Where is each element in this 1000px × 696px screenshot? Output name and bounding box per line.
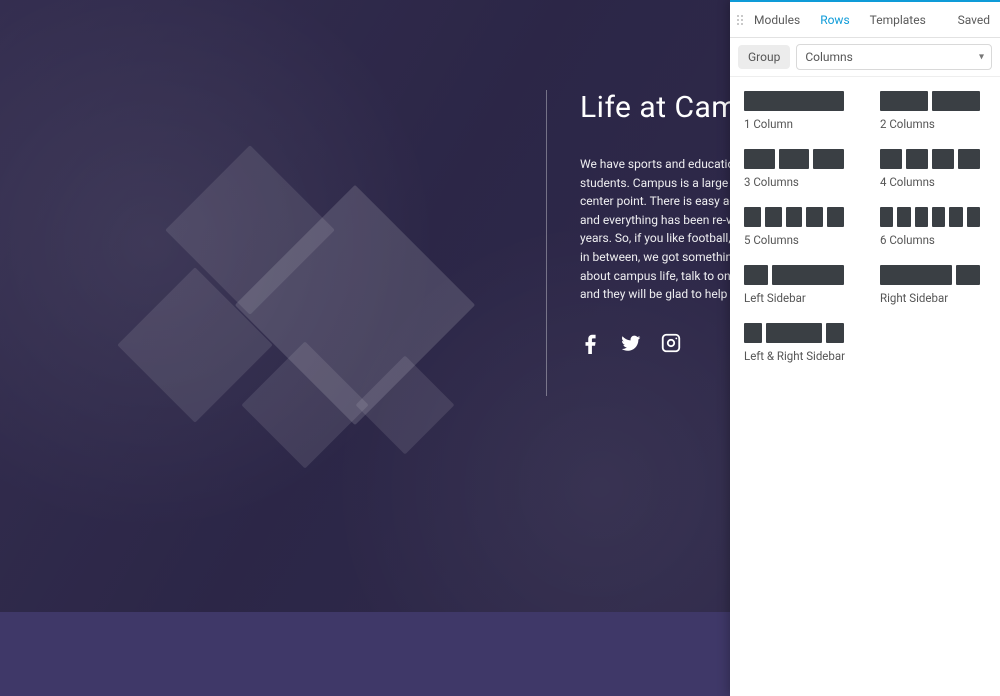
layout-5-columns[interactable]: 5 Columns	[744, 207, 850, 247]
layout-thumb	[880, 91, 980, 111]
layout-3-columns[interactable]: 3 Columns	[744, 149, 850, 189]
layout-thumb	[880, 207, 980, 227]
panel-tabs: Modules Rows Templates Saved	[730, 2, 1000, 38]
layout-label: 6 Columns	[880, 233, 986, 247]
twitter-icon	[620, 332, 642, 354]
columns-select-wrap: Columns ▾	[796, 44, 992, 70]
layout-thumb	[744, 207, 844, 227]
vertical-divider	[546, 90, 547, 396]
layout-left-right-sidebar[interactable]: Left & Right Sidebar	[744, 323, 850, 363]
layout-thumb	[880, 265, 980, 285]
layout-4-columns[interactable]: 4 Columns	[880, 149, 986, 189]
layout-6-columns[interactable]: 6 Columns	[880, 207, 986, 247]
drag-handle-icon[interactable]	[730, 15, 744, 25]
layout-label: 1 Column	[744, 117, 850, 131]
layout-label: 3 Columns	[744, 175, 850, 189]
layout-label: Right Sidebar	[880, 291, 986, 305]
tab-templates[interactable]: Templates	[860, 2, 936, 37]
facebook-icon	[580, 332, 602, 354]
layout-thumb	[744, 265, 844, 285]
layout-2-columns[interactable]: 2 Columns	[880, 91, 986, 131]
twitter-link[interactable]	[620, 332, 642, 358]
layout-label: 2 Columns	[880, 117, 986, 131]
instagram-link[interactable]	[660, 332, 682, 358]
row-layouts-grid: 1 Column 2 Columns 3 Columns 4 Columns 5…	[730, 77, 1000, 377]
layout-label: 4 Columns	[880, 175, 986, 189]
layout-left-sidebar[interactable]: Left Sidebar	[744, 265, 850, 305]
layout-thumb	[744, 323, 844, 343]
layout-label: Left & Right Sidebar	[744, 349, 850, 363]
layout-label: Left Sidebar	[744, 291, 850, 305]
tab-saved[interactable]: Saved	[948, 2, 1000, 37]
layout-thumb	[880, 149, 980, 169]
layout-thumb	[744, 149, 844, 169]
panel-subbar: Group Columns ▾	[730, 38, 1000, 77]
decorative-diamonds	[120, 140, 500, 520]
layout-thumb	[744, 91, 844, 111]
builder-panel: Modules Rows Templates Saved Group Colum…	[730, 0, 1000, 696]
group-button[interactable]: Group	[738, 45, 790, 69]
tab-modules[interactable]: Modules	[744, 2, 810, 37]
tab-rows[interactable]: Rows	[810, 2, 859, 37]
layout-1-column[interactable]: 1 Column	[744, 91, 850, 131]
instagram-icon	[660, 332, 682, 354]
layout-label: 5 Columns	[744, 233, 850, 247]
columns-select[interactable]: Columns	[796, 44, 992, 70]
layout-right-sidebar[interactable]: Right Sidebar	[880, 265, 986, 305]
facebook-link[interactable]	[580, 332, 602, 358]
